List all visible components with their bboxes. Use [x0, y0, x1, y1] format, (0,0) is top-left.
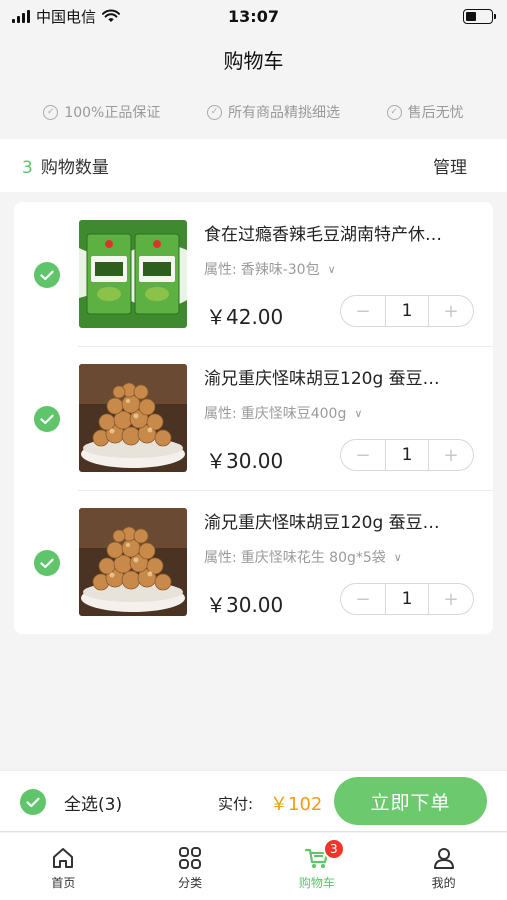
cart-badge: 3	[322, 838, 345, 860]
tab-bar: 首页 分类 购物车 3 我的	[0, 833, 507, 900]
decrease-button[interactable]: −	[341, 584, 385, 614]
product-price: ￥30.00	[206, 593, 284, 617]
attribute-label: 属性:	[204, 406, 237, 422]
item-checkbox[interactable]	[34, 262, 60, 288]
tab-home[interactable]: 首页	[0, 833, 127, 900]
item-checkbox[interactable]	[34, 550, 60, 576]
guarantee-bar: ✓ 100%正品保证 ✓ 所有商品精挑细选 ✓ 售后无忧	[0, 86, 507, 138]
product-title[interactable]: 渝兄重庆怪味胡豆120g 蚕豆…	[204, 508, 476, 533]
category-icon	[179, 847, 202, 869]
quantity-value[interactable]: 1	[385, 296, 429, 326]
quantity-stepper: − 1 +	[340, 583, 474, 615]
guarantee-label: 售后无忧	[407, 105, 464, 121]
check-circle-icon: ✓	[207, 104, 223, 120]
tab-label: 购物车	[298, 876, 335, 890]
select-all-label[interactable]: 全选(3)	[64, 790, 122, 815]
quantity-value[interactable]: 1	[385, 584, 429, 614]
tab-category[interactable]: 分类	[127, 833, 254, 900]
decrease-button[interactable]: −	[341, 440, 385, 470]
increase-button[interactable]: +	[429, 296, 473, 326]
checkmark-icon	[40, 414, 54, 424]
cart-count-label: 购物数量	[40, 158, 109, 178]
attribute-value: 重庆怪味豆400g	[240, 406, 347, 422]
tab-label: 我的	[431, 876, 456, 890]
battery-icon	[463, 8, 496, 24]
cart-count: 3 购物数量	[22, 153, 109, 178]
status-bar: 中国电信 13:07	[0, 0, 507, 32]
status-left: 中国电信	[12, 6, 121, 27]
decrease-button[interactable]: −	[341, 296, 385, 326]
item-checkbox[interactable]	[34, 406, 60, 432]
product-attribute[interactable]: 属性: 香辣味-30包 ∨	[204, 259, 336, 279]
increase-button[interactable]: +	[429, 440, 473, 470]
attribute-value: 重庆怪味花生 80g*5袋	[240, 550, 386, 566]
guarantee-item: ✓ 所有商品精挑细选	[207, 102, 340, 122]
cart-header: 3 购物数量 管理	[0, 139, 507, 192]
select-all-checkbox[interactable]	[20, 789, 46, 815]
chevron-down-icon: ∨	[393, 550, 402, 564]
home-icon	[53, 848, 74, 868]
checkout-button[interactable]: 立即下单	[334, 777, 487, 825]
paid-label: 实付:	[218, 795, 254, 813]
quantity-stepper: − 1 +	[340, 439, 474, 471]
chevron-down-icon: ∨	[354, 406, 363, 420]
page-title: 购物车	[223, 48, 284, 73]
cart-item: 渝兄重庆怪味胡豆120g 蚕豆… 属性: 重庆怪味豆400g ∨ ￥30.00 …	[14, 346, 493, 490]
checkmark-icon	[40, 270, 54, 280]
cart-list: 食在过瘾香辣毛豆湖南特产休… 属性: 香辣味-30包 ∨ ￥42.00 − 1 …	[14, 202, 493, 634]
manage-button[interactable]: 管理	[433, 153, 467, 178]
guarantee-item: ✓ 售后无忧	[386, 102, 464, 122]
quantity-stepper: − 1 +	[340, 295, 474, 327]
signal-icon	[12, 9, 30, 23]
product-title[interactable]: 渝兄重庆怪味胡豆120g 蚕豆…	[204, 364, 476, 389]
cart-item: 渝兄重庆怪味胡豆120g 蚕豆… 属性: 重庆怪味花生 80g*5袋 ∨ ￥30…	[14, 490, 493, 634]
checkmark-icon	[26, 797, 40, 807]
tab-profile[interactable]: 我的	[380, 833, 507, 900]
checkmark-icon	[40, 558, 54, 568]
tab-label: 首页	[51, 876, 76, 890]
attribute-label: 属性:	[204, 262, 237, 278]
guarantee-item: ✓ 100%正品保证	[43, 102, 160, 122]
check-circle-icon: ✓	[386, 104, 402, 120]
product-attribute[interactable]: 属性: 重庆怪味花生 80g*5袋 ∨	[204, 547, 402, 567]
increase-button[interactable]: +	[429, 584, 473, 614]
cart-count-number: 3	[22, 158, 33, 178]
user-icon	[433, 848, 454, 869]
attribute-label: 属性:	[204, 550, 237, 566]
chevron-down-icon: ∨	[327, 262, 336, 276]
total-amount: ￥102	[270, 794, 323, 815]
product-price: ￥30.00	[206, 449, 284, 473]
checkout-bar: 全选(3) 实付: ￥102 立即下单	[0, 770, 507, 832]
tab-label: 分类	[178, 876, 203, 890]
carrier-label: 中国电信	[36, 7, 97, 26]
product-attribute[interactable]: 属性: 重庆怪味豆400g ∨	[204, 403, 362, 423]
product-price: ￥42.00	[206, 305, 284, 329]
wifi-icon	[102, 9, 121, 22]
cart-item: 食在过瘾香辣毛豆湖南特产休… 属性: 香辣味-30包 ∨ ￥42.00 − 1 …	[14, 202, 493, 346]
product-title[interactable]: 食在过瘾香辣毛豆湖南特产休…	[204, 220, 476, 245]
quantity-value[interactable]: 1	[385, 440, 429, 470]
product-image[interactable]	[79, 364, 187, 472]
tab-cart[interactable]: 购物车 3	[254, 833, 381, 900]
guarantee-label: 100%正品保证	[64, 105, 161, 121]
attribute-value: 香辣味-30包	[240, 262, 320, 278]
check-circle-icon: ✓	[43, 104, 59, 120]
product-image[interactable]	[79, 220, 187, 328]
guarantee-label: 所有商品精挑细选	[228, 105, 341, 121]
product-image[interactable]	[79, 508, 187, 616]
